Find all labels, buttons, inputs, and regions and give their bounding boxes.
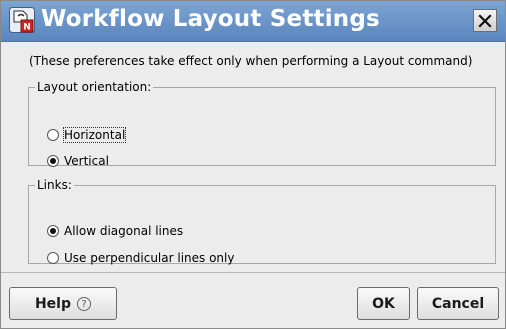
workflow-layout-settings-dialog: N Workflow Layout Settings (These prefer… [0,0,506,329]
radio-perpendicular-only-label: Use perpendicular lines only [64,251,235,265]
radio-allow-diagonal-circle[interactable] [47,225,59,237]
radio-perpendicular-only-circle[interactable] [47,252,59,264]
radio-vertical[interactable]: Vertical [47,154,109,168]
cancel-button-label: Cancel [431,295,485,312]
radio-horizontal-circle[interactable] [47,129,59,141]
radio-horizontal[interactable]: Horizontal [47,127,127,143]
radio-horizontal-label: Horizontal [62,127,127,143]
question-circle-icon: ? [77,296,92,311]
radio-vertical-label: Vertical [64,154,109,168]
cancel-button[interactable]: Cancel [417,287,499,320]
dialog-title: Workflow Layout Settings [41,6,380,32]
ok-button[interactable]: OK [357,287,410,320]
ok-button-label: OK [372,295,395,312]
instructions-text: (These preferences take effect only when… [29,54,473,68]
button-bar-divider [1,272,505,273]
help-button-label: Help [34,295,72,312]
radio-allow-diagonal-label: Allow diagonal lines [64,224,184,238]
svg-text:N: N [23,23,31,33]
layout-orientation-group: Layout orientation: Horizontal Vertical [28,80,496,168]
close-button[interactable] [473,9,497,32]
links-group: Links: Allow diagonal lines Use perpendi… [28,178,496,265]
help-button[interactable]: Help ? [9,287,117,320]
workflow-app-icon: N [9,7,35,33]
radio-allow-diagonal[interactable]: Allow diagonal lines [47,224,183,238]
title-bar[interactable]: N Workflow Layout Settings [1,1,505,42]
radio-perpendicular-only[interactable]: Use perpendicular lines only [47,251,234,265]
links-legend: Links: [37,178,72,192]
close-icon [478,13,492,28]
layout-orientation-legend: Layout orientation: [37,80,152,94]
radio-vertical-circle[interactable] [47,155,59,167]
